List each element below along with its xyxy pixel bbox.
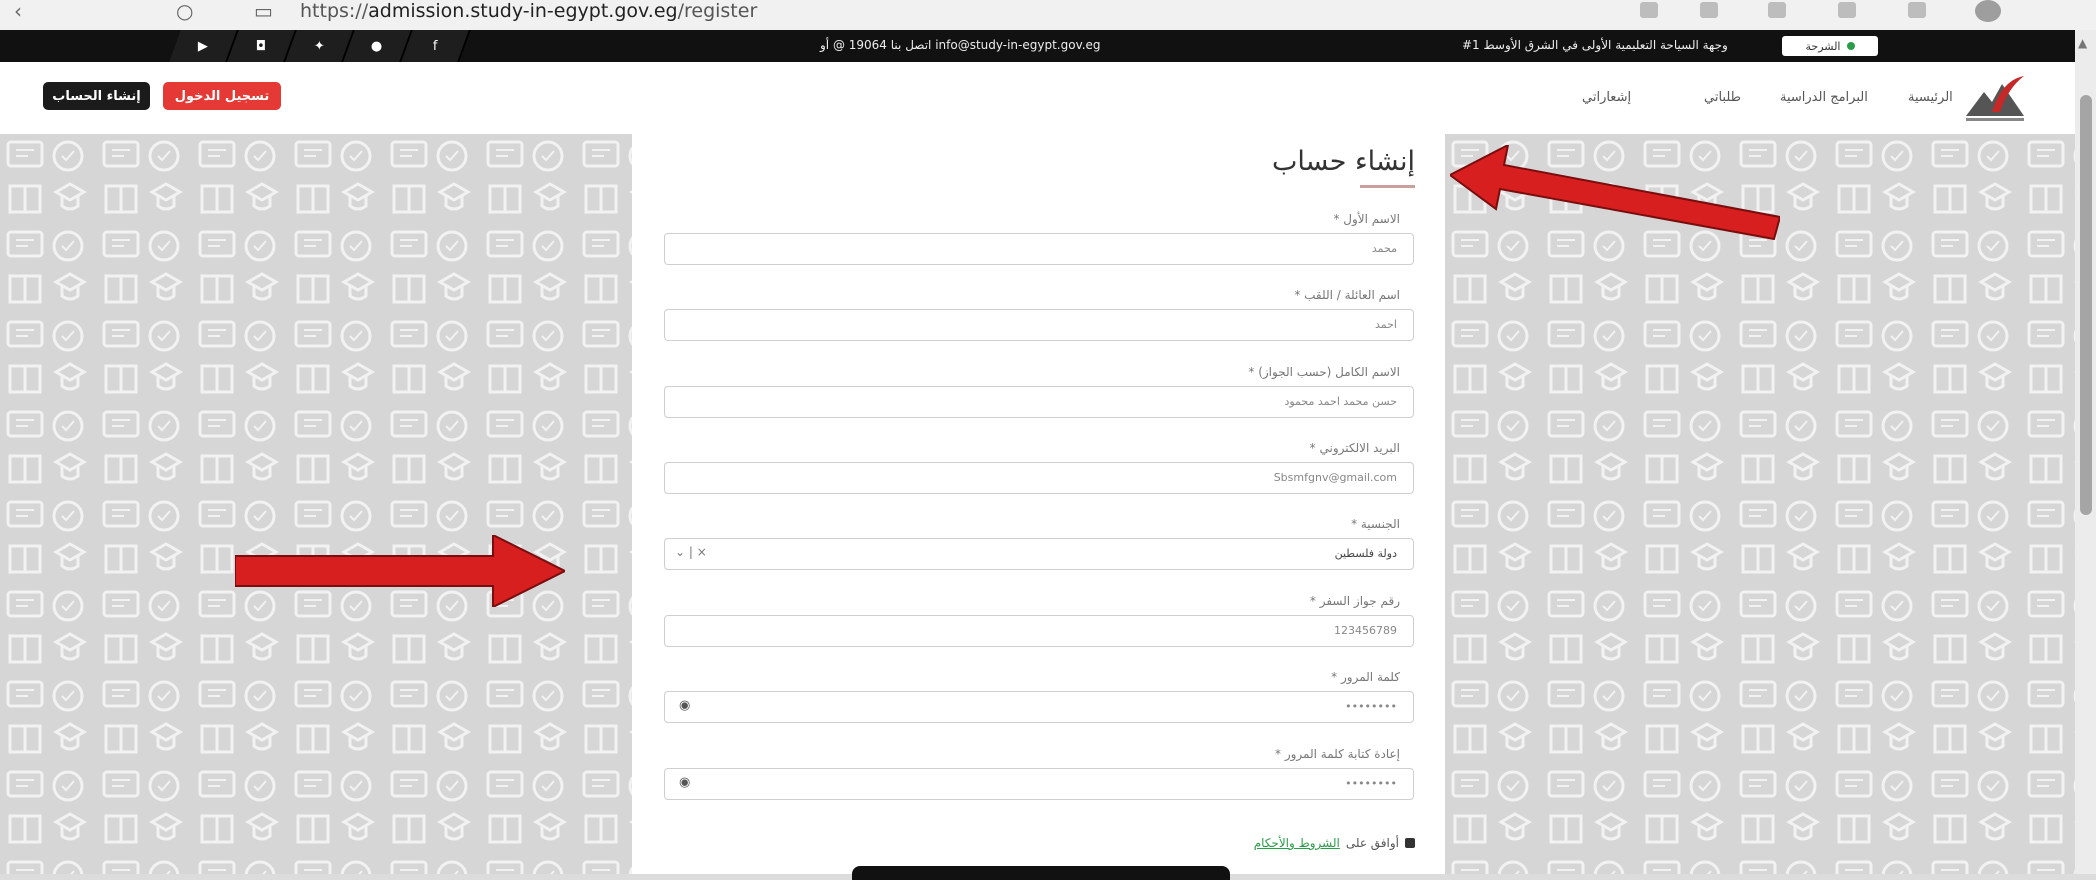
nav-link-applications[interactable]: طلباتي (1704, 90, 1741, 105)
terms-row: أوافق على الشروط والأحكام (1254, 836, 1415, 850)
login-button[interactable]: تسجيل الدخول (163, 82, 281, 110)
nationality-label: الجنسية * (1351, 517, 1400, 531)
eye-slash-icon[interactable]: ◉ (679, 698, 690, 713)
scrollbar-thumb[interactable] (2080, 95, 2092, 515)
url-host: admission.study-in-egypt.gov.eg (368, 0, 678, 22)
submit-button[interactable] (852, 866, 1230, 880)
contact-info: اتصل بنا 19064 @ أو info@study-in-egypt.… (820, 38, 1101, 52)
background-pattern-right (1445, 134, 2075, 874)
last-name-label: اسم العائلة / اللقب * (1294, 288, 1400, 302)
terms-text: أوافق على (1345, 836, 1399, 850)
nav-link-home[interactable]: الرئيسية (1908, 90, 1953, 105)
info-bar: ▶ ◘ ✦ ● f اتصل بنا 19064 @ أو info@study… (0, 30, 2096, 62)
title-underline (1360, 185, 1415, 188)
chevron-down-icon[interactable]: ⌄ | × (675, 545, 707, 559)
full-name-label: الاسم الكامل (حسب الجواز) * (1248, 365, 1400, 379)
passport-value: 123456789 (1334, 624, 1397, 637)
confirm-password-label: إعادة كتابة كلمة المرور * (1275, 747, 1400, 761)
bookmark-icon[interactable] (1640, 2, 1658, 18)
scroll-up-arrow-icon[interactable]: ▲ (2078, 36, 2087, 50)
reload-icon[interactable]: ○ (176, 0, 193, 22)
password-label: كلمة المرور * (1331, 670, 1400, 684)
browser-toolbar: ‹ ○ ▭ https://admission.study-in-egypt.g… (0, 0, 2096, 31)
subscribe-button[interactable]: الشرحة (1782, 36, 1878, 56)
extension-icon[interactable] (1838, 2, 1856, 18)
full-name-field[interactable]: حسن محمد احمد محمود (664, 386, 1414, 418)
annotation-arrow-left (1450, 145, 1780, 240)
form-title: إنشاء حساب (1271, 146, 1415, 177)
confirm-password-field[interactable]: •••••••• ◉ (664, 768, 1414, 800)
passport-field[interactable]: 123456789 (664, 615, 1414, 647)
background-pattern-left (0, 134, 632, 874)
site-logo[interactable] (1962, 72, 2032, 126)
terms-link[interactable]: الشروط والأحكام (1254, 836, 1340, 850)
email-field[interactable]: Sbsmfgnv@gmail.com (664, 462, 1414, 494)
tab-icon: ▭ (254, 0, 273, 23)
first-name-field[interactable]: محمد (664, 233, 1414, 265)
facebook-icon[interactable]: f (401, 30, 471, 62)
extension-icon[interactable] (1908, 2, 1926, 18)
first-name-value: محمد (1371, 242, 1397, 255)
first-name-label: الاسم الأول * (1333, 212, 1400, 226)
terms-checkbox[interactable] (1405, 838, 1415, 848)
create-account-button[interactable]: إنشاء الحساب (43, 82, 150, 110)
password-field[interactable]: •••••••• ◉ (664, 691, 1414, 723)
url-path: /register (677, 0, 758, 22)
status-dot-icon (1846, 42, 1855, 50)
email-value: Sbsmfgnv@gmail.com (1273, 471, 1397, 484)
back-icon[interactable]: ‹ (14, 0, 22, 22)
email-label: البريد الالكتروني * (1309, 441, 1400, 455)
annotation-arrow-right (235, 535, 565, 607)
nav-link-notifications[interactable]: إشعاراتي (1582, 90, 1631, 105)
main-navbar: إنشاء الحساب تسجيل الدخول الرئيسية البرا… (0, 62, 2096, 134)
address-bar[interactable]: https://admission.study-in-egypt.gov.eg/… (300, 0, 757, 22)
registration-form: إنشاء حساب الاسم الأول * محمد اسم العائل… (632, 134, 1445, 880)
full-name-value: حسن محمد احمد محمود (1284, 395, 1397, 408)
nationality-value: دولة فلسطين (1334, 547, 1397, 560)
subscribe-label: الشرحة (1805, 39, 1841, 53)
nationality-select[interactable]: دولة فلسطين ⌄ | × (664, 538, 1414, 570)
last-name-field[interactable]: احمد (664, 309, 1414, 341)
tagline: #1 وجهة السياحة التعليمية الأولى في الشر… (1462, 38, 1728, 52)
password-value: •••••••• (1345, 700, 1397, 713)
social-links: ▶ ◘ ✦ ● f (169, 30, 471, 62)
extension-icon[interactable] (1700, 2, 1718, 18)
confirm-password-value: •••••••• (1345, 777, 1397, 790)
profile-avatar[interactable] (1975, 0, 2001, 22)
eye-slash-icon[interactable]: ◉ (679, 775, 690, 790)
extension-icon[interactable] (1768, 2, 1786, 18)
url-prefix: https:// (300, 0, 369, 22)
passport-label: رقم جواز السفر * (1309, 594, 1400, 608)
nav-link-programs[interactable]: البرامج الدراسية (1780, 90, 1868, 105)
last-name-value: احمد (1375, 318, 1397, 331)
